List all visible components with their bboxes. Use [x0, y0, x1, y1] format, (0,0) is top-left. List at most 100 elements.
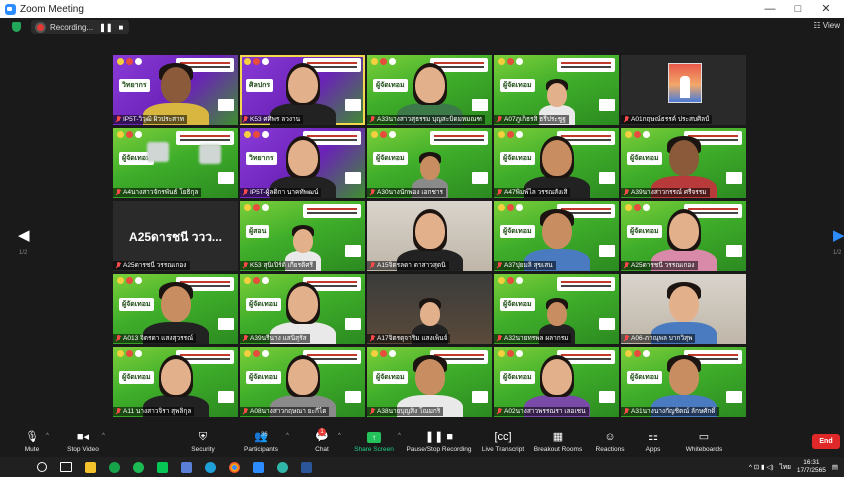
- page-indicator-left: 1/2: [19, 250, 28, 256]
- chat-badge: 1: [318, 428, 326, 436]
- live-transcript-button[interactable]: [cc] Live Transcript: [480, 430, 526, 453]
- participant-name: A08นางสาวกฤษณา ยะกีไต: [250, 408, 327, 415]
- role-sign: ผู้สอน: [246, 225, 270, 238]
- participant-tile[interactable]: ผู้จัดเทอม A08นางสาวกฤษณา ยะกีไต: [240, 347, 365, 417]
- minimize-button[interactable]: —: [756, 0, 784, 18]
- participant-tile[interactable]: A15จิตรลดา ดาสาวสุดนิ: [367, 201, 492, 271]
- background-logos-icon: [498, 58, 523, 65]
- search-icon[interactable]: [32, 457, 52, 477]
- role-sign: ผู้จัดเทอม: [500, 152, 535, 165]
- participant-tile[interactable]: A25ดารชนี ววว... A25ดารชนี วรรณเกอง: [113, 201, 238, 271]
- participant-name-label: A25ดารชนี วรรณเกอง: [113, 261, 190, 270]
- participant-tile[interactable]: ผู้จัดเทอม A39นรีนาง แสนิสุรัส: [240, 274, 365, 344]
- participant-tile[interactable]: ผู้จัดเทอม A38นายบุญสิง โณมกริ: [367, 347, 492, 417]
- live-transcript-label: Live Transcript: [481, 446, 525, 453]
- participant-tile[interactable]: A17จิตรดุจาริม แสงเพ็นจ์: [367, 274, 492, 344]
- participant-name: A32นายทรพล ผลากรม: [504, 335, 569, 342]
- participant-tile[interactable]: ผู้จัดเทอม A11 นางสาวจิรา สุพลิกุล: [113, 347, 238, 417]
- reactions-button[interactable]: ☺ Reactions: [594, 430, 626, 453]
- apps-button[interactable]: ⚏ Apps: [643, 430, 663, 453]
- previous-page-arrow-icon[interactable]: ◀: [18, 226, 30, 244]
- chat-button[interactable]: 💬 1 Chat ^: [310, 428, 341, 453]
- participant-tile[interactable]: ผู้จัดเทอม A4นางสาวจักรพันธ์ โยธิกุล: [113, 128, 238, 198]
- participant-tile[interactable]: ผู้จัดเทอม A33นางสาวสุธรรม บุญสะบิดมหมณฑ: [367, 55, 492, 125]
- chat-caret-icon[interactable]: ^: [338, 433, 341, 439]
- participant-name: A25ดารชนี วรรณเกอง: [123, 262, 187, 269]
- file-explorer-icon[interactable]: [80, 457, 100, 477]
- participant-tile[interactable]: วิทยากร IP5T-ผู้ลดิกา นาคทัพฒน์: [240, 128, 365, 198]
- participant-name: A15จิตรลดา ดาสาวสุดนิ: [377, 262, 446, 269]
- meeting-topbar: Recording... ❚❚ ■ ☷ View: [0, 18, 844, 36]
- input-language[interactable]: ไทย: [780, 462, 791, 472]
- participant-tile[interactable]: ผู้จัดเทอม A25ดารชนี วรรณเกอง: [621, 201, 746, 271]
- task-view-icon[interactable]: [56, 457, 76, 477]
- security-button[interactable]: ⛨ Security: [186, 430, 220, 453]
- participant-name-label: A47พิมพ์ไล วรรณสังเสิ: [494, 188, 571, 197]
- participants-button[interactable]: 👥 36 Participants ^: [240, 430, 289, 453]
- muted-mic-icon: [496, 262, 502, 269]
- windows-start-icon[interactable]: [8, 457, 28, 477]
- participant-tile[interactable]: A01กฤษณ์ธรรค์ ประสบศิลป์: [621, 55, 746, 125]
- participant-name: IP5T-วิวุฒิ ผิวประสาท: [123, 116, 184, 123]
- tray-icons[interactable]: ^ ⊡ ▮ ◁): [749, 463, 774, 471]
- pause-stop-recording-button[interactable]: ❚❚ ■ Pause/Stop Recording: [404, 430, 474, 453]
- word-icon[interactable]: [296, 457, 316, 477]
- role-sign: ผู้จัดเทอม: [373, 371, 408, 384]
- muted-mic-icon: [496, 189, 502, 196]
- end-meeting-button[interactable]: End: [812, 434, 840, 449]
- chat-icon: 💬 1: [315, 428, 329, 443]
- participant-tile[interactable]: ผู้จัดเทอม A30นางนักพอง เอกชาร: [367, 128, 492, 198]
- next-page-arrow-icon[interactable]: ▶: [833, 226, 844, 244]
- chrome-browser-icon[interactable]: [224, 457, 244, 477]
- line-app-icon[interactable]: [152, 457, 172, 477]
- participant-tile[interactable]: ผู้จัดเทอม A07ภูเก็ธรสิ ธรีประชูฐ: [494, 55, 619, 125]
- zoom-taskbar-icon[interactable]: [248, 457, 268, 477]
- pause-recording-icon[interactable]: ❚❚: [99, 23, 112, 32]
- participant-display-name: A25ดารชนี ววว...: [129, 230, 222, 244]
- close-button[interactable]: ✕: [812, 0, 840, 18]
- muted-mic-icon: [623, 408, 629, 415]
- share-caret-icon[interactable]: ^: [398, 433, 401, 439]
- participant-tile[interactable]: ศิลปกร K53 ศศิพร ลวงาน: [240, 55, 365, 125]
- participant-name: A30นางนักพอง เอกชาร: [377, 189, 443, 196]
- role-sign: ผู้จัดเทอม: [500, 371, 535, 384]
- edge-browser-icon[interactable]: [200, 457, 220, 477]
- clock[interactable]: 16:31 17/7/2565: [797, 459, 826, 475]
- encryption-shield-icon[interactable]: [12, 22, 21, 32]
- stop-video-button[interactable]: ■◂ Stop Video ^: [64, 430, 105, 453]
- participants-caret-icon[interactable]: ^: [286, 433, 289, 439]
- muted-mic-icon: [115, 262, 121, 269]
- notifications-icon[interactable]: ▤: [832, 463, 838, 471]
- participant-name-label: A4นางสาวจักรพันธ์ โยธิกุล: [113, 188, 202, 197]
- participant-tile[interactable]: ผู้จัดเทอม A013 จิตรดา แสงสุวรรณ์: [113, 274, 238, 344]
- participant-tile[interactable]: ผู้จัดเทอม A31นางนางกัญชิตณ์ ลักษศักดิ์: [621, 347, 746, 417]
- participant-name: A013 จิตรดา แสงสุวรรณ์: [123, 335, 194, 342]
- video-options-caret-icon[interactable]: ^: [102, 433, 105, 439]
- page-indicator-right: 1/2: [833, 250, 842, 256]
- taskbar-app-icon[interactable]: [272, 457, 292, 477]
- app-green-icon[interactable]: [104, 457, 124, 477]
- mute-button[interactable]: 🎙 Mute ^: [20, 430, 49, 453]
- view-button[interactable]: ☷ View: [813, 21, 840, 30]
- mute-options-caret-icon[interactable]: ^: [46, 433, 49, 439]
- taskbar-app-icon[interactable]: [176, 457, 196, 477]
- muted-mic-icon: [623, 335, 629, 342]
- stop-recording-icon[interactable]: ■: [119, 23, 124, 32]
- participant-tile[interactable]: ผู้จัดเทอม A37ปุยมลิ สุขเสน: [494, 201, 619, 271]
- spotify-icon[interactable]: [128, 457, 148, 477]
- participant-tile[interactable]: ผู้จัดเทอม A32นายทรพล ผลากรม: [494, 274, 619, 344]
- apps-icon: ⚏: [648, 431, 658, 443]
- participant-name: A11 นางสาวจิรา สุพลิกุล: [123, 408, 192, 415]
- breakout-rooms-button[interactable]: ▦ Breakout Rooms: [532, 430, 584, 453]
- participant-tile[interactable]: ผู้จัดเทอม A39นางสาวกรรณ์ ศรีจรรม: [621, 128, 746, 198]
- muted-mic-icon: [496, 408, 502, 415]
- participant-tile[interactable]: ผู้จัดเทอม A02นางสาวพรรณรา เลอเชน: [494, 347, 619, 417]
- share-screen-button[interactable]: ↑ Share Screen ^: [352, 430, 401, 453]
- participant-tile[interactable]: ผู้จัดเทอม A47พิมพ์ไล วรรณสังเสิ: [494, 128, 619, 198]
- maximize-button[interactable]: □: [784, 0, 812, 18]
- whiteboards-button[interactable]: ▭ Whiteboards: [682, 430, 726, 453]
- role-sign: ผู้จัดเทอม: [500, 79, 535, 92]
- participant-tile[interactable]: วิทยากร IP5T-วิวุฒิ ผิวประสาท: [113, 55, 238, 125]
- participant-tile[interactable]: ผู้สอน K53 สุนิเปิร์ดิ เกียรติศรี: [240, 201, 365, 271]
- participant-tile[interactable]: A06-ภาณุพล บากวิสุพ: [621, 274, 746, 344]
